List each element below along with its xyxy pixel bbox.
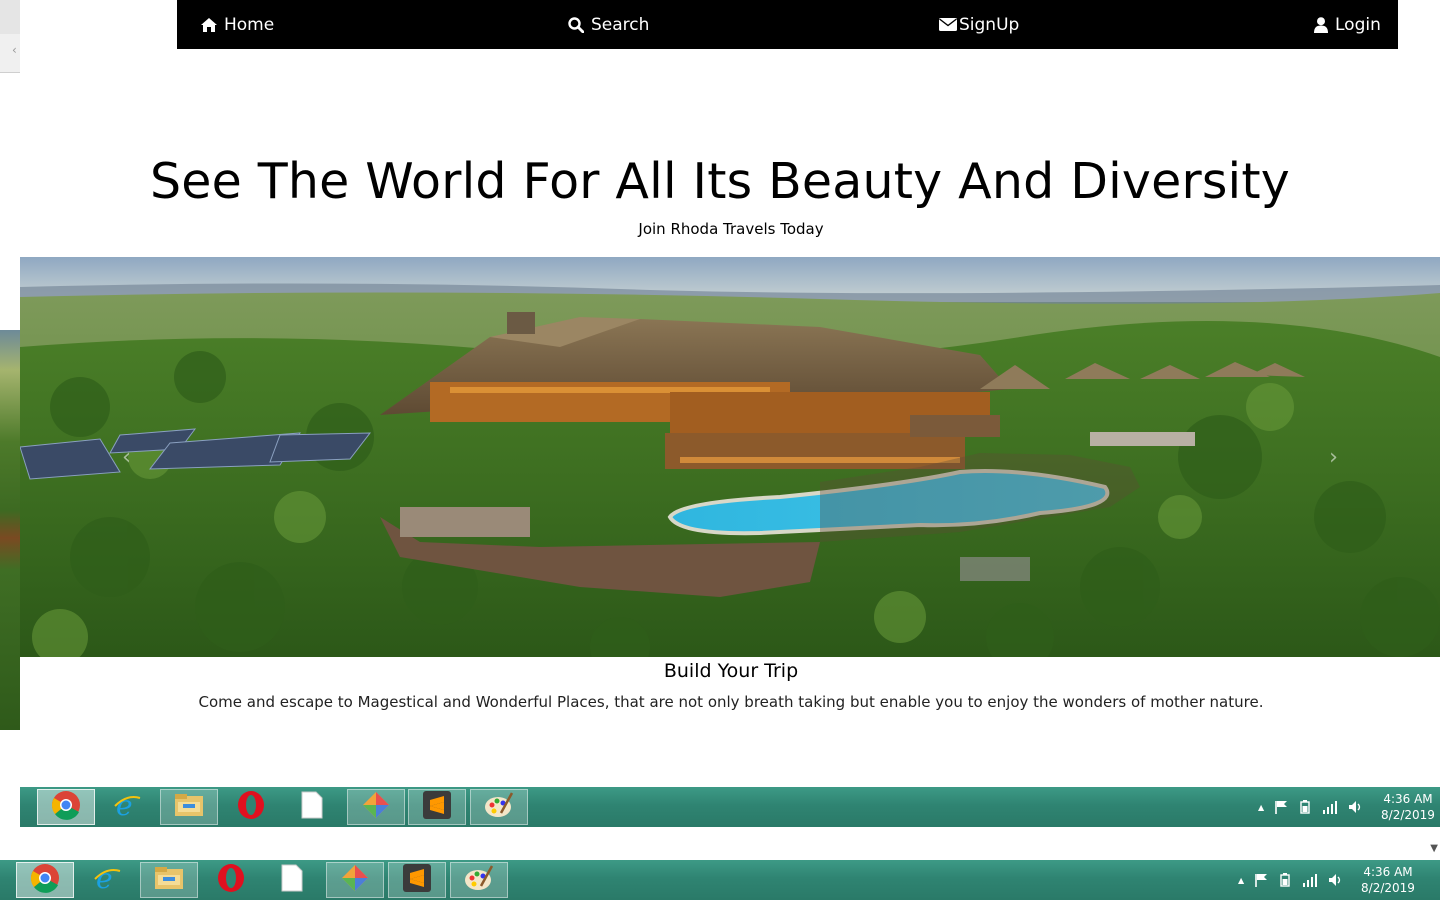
nav-search-link[interactable]: Search bbox=[568, 0, 649, 49]
taskbar-clock[interactable]: 4:36 AM 8/2/2019 bbox=[1358, 864, 1418, 896]
inner-windows-taskbar: e ▲ 4:36 AM 8/2/2019 bbox=[20, 787, 1440, 827]
sublime-text-icon bbox=[423, 791, 451, 823]
outer-window-tabstrip bbox=[0, 0, 20, 34]
taskbar-opera[interactable] bbox=[202, 862, 260, 898]
network-signal-icon[interactable] bbox=[1302, 873, 1318, 887]
chrome-icon bbox=[51, 790, 81, 824]
flag-icon[interactable] bbox=[1254, 873, 1268, 887]
envelope-icon bbox=[939, 18, 957, 31]
nav-home-label: Home bbox=[224, 14, 275, 35]
speaker-icon[interactable] bbox=[1348, 800, 1364, 814]
chevron-right-icon: › bbox=[1329, 444, 1338, 470]
nav-home-link[interactable]: Home bbox=[201, 0, 274, 49]
paint-palette-icon bbox=[464, 864, 494, 896]
clock-date: 8/2/2019 bbox=[1381, 808, 1435, 822]
hero-subtitle: Join Rhoda Travels Today bbox=[638, 220, 824, 238]
opera-icon bbox=[216, 863, 246, 897]
folder-icon bbox=[154, 865, 184, 895]
taskbar-sublime-text[interactable] bbox=[388, 862, 446, 898]
taskbar-chrome[interactable] bbox=[16, 862, 74, 898]
document-icon bbox=[301, 791, 323, 823]
internet-explorer-icon: e bbox=[92, 862, 122, 897]
chrome-icon bbox=[30, 863, 60, 897]
flag-icon[interactable] bbox=[1274, 800, 1288, 814]
taskbar-blank-document[interactable] bbox=[283, 789, 341, 825]
carousel-caption-title: Build Your Trip bbox=[663, 660, 799, 682]
diamond-app-icon bbox=[340, 863, 370, 897]
home-icon bbox=[201, 17, 217, 32]
document-icon bbox=[281, 864, 303, 896]
nav-signup-link[interactable]: SignUp bbox=[939, 0, 1019, 49]
taskbar-blank-document[interactable] bbox=[263, 862, 321, 898]
svg-text:e: e bbox=[96, 863, 113, 893]
outer-window-edge: ‹ bbox=[0, 0, 20, 73]
folder-icon bbox=[174, 792, 204, 822]
power-icon[interactable] bbox=[1278, 873, 1292, 887]
taskbar-internet-explorer[interactable]: e bbox=[78, 862, 136, 898]
taskbar-file-explorer[interactable] bbox=[140, 862, 198, 898]
opera-icon bbox=[236, 790, 266, 824]
carousel-prev-button[interactable]: ‹ bbox=[20, 257, 233, 657]
clock-time: 4:36 AM bbox=[1383, 792, 1433, 806]
taskbar-internet-explorer[interactable]: e bbox=[98, 789, 156, 825]
taskbar-paint[interactable] bbox=[450, 862, 508, 898]
paint-palette-icon bbox=[484, 791, 514, 823]
image-carousel[interactable]: ‹ › bbox=[20, 257, 1440, 657]
show-hidden-icons-button[interactable]: ▲ bbox=[1238, 876, 1244, 885]
search-icon bbox=[568, 16, 584, 33]
internet-explorer-icon: e bbox=[112, 789, 142, 824]
system-tray: ▲ bbox=[1238, 860, 1354, 900]
hero-title: See The World For All Its Beauty And Div… bbox=[150, 153, 1290, 210]
carousel-caption-text: Come and escape to Magestical and Wonder… bbox=[198, 693, 1264, 711]
back-arrow-icon[interactable]: ‹ bbox=[12, 44, 17, 56]
svg-text:e: e bbox=[116, 790, 133, 820]
taskbar-sublime-text[interactable] bbox=[408, 789, 466, 825]
system-tray: ▲ bbox=[1258, 787, 1374, 827]
network-signal-icon[interactable] bbox=[1322, 800, 1338, 814]
scrollbar-down-arrow-icon[interactable]: ▼ bbox=[1430, 843, 1438, 854]
chevron-left-icon: ‹ bbox=[122, 444, 131, 470]
taskbar-opera[interactable] bbox=[222, 789, 280, 825]
taskbar-file-explorer[interactable] bbox=[160, 789, 218, 825]
main-navbar: Home Search SignUp Login bbox=[177, 0, 1398, 49]
show-hidden-icons-button[interactable]: ▲ bbox=[1258, 803, 1264, 812]
taskbar-app-diamond[interactable] bbox=[347, 789, 405, 825]
nav-search-label: Search bbox=[591, 14, 650, 35]
nav-signup-label: SignUp bbox=[959, 14, 1020, 35]
user-icon bbox=[1314, 16, 1328, 33]
carousel-next-button[interactable]: › bbox=[1227, 257, 1440, 657]
nav-login-link[interactable]: Login bbox=[1314, 0, 1381, 49]
speaker-icon[interactable] bbox=[1328, 873, 1344, 887]
windows-taskbar: e ▲ 4:36 AM 8/2/2019 bbox=[0, 860, 1440, 900]
taskbar-paint[interactable] bbox=[470, 789, 528, 825]
diamond-app-icon bbox=[361, 790, 391, 824]
clock-date: 8/2/2019 bbox=[1361, 881, 1415, 895]
power-icon[interactable] bbox=[1298, 800, 1312, 814]
taskbar-clock[interactable]: 4:36 AM 8/2/2019 bbox=[1378, 791, 1438, 823]
sublime-text-icon bbox=[403, 864, 431, 896]
clock-time: 4:36 AM bbox=[1363, 865, 1413, 879]
nav-login-label: Login bbox=[1335, 14, 1381, 35]
taskbar-chrome[interactable] bbox=[37, 789, 95, 825]
taskbar-app-diamond[interactable] bbox=[326, 862, 384, 898]
